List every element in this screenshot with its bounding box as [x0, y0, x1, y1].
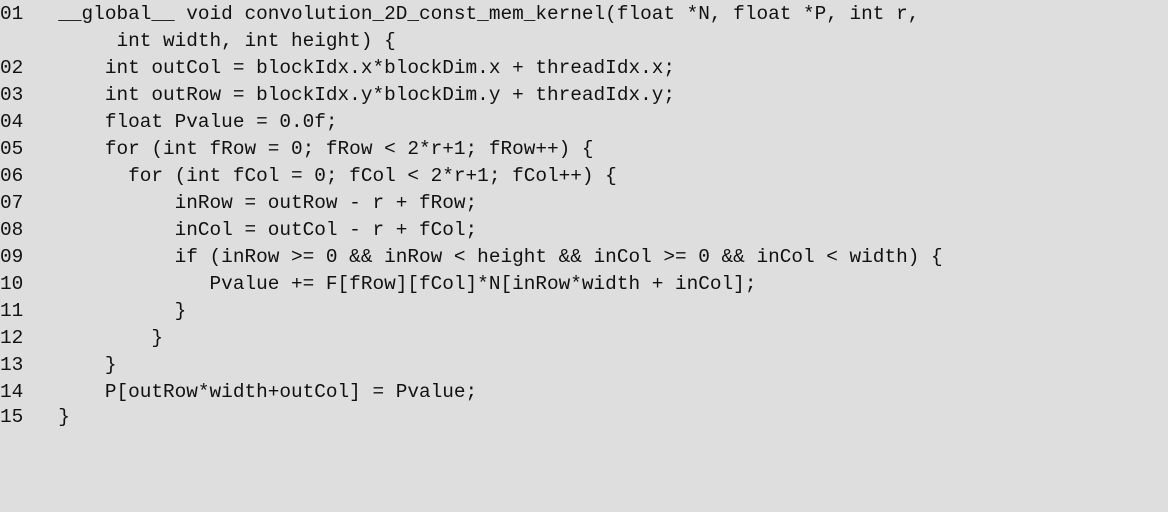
line-number: 02 — [0, 57, 24, 79]
line-number: 03 — [0, 84, 24, 106]
line-number: 12 — [0, 327, 24, 349]
line-code: inCol = outCol - r + fCol; — [35, 219, 478, 241]
code-line-12: 12 } — [0, 325, 163, 352]
code-line-02: 02 int outCol = blockIdx.x*blockDim.x + … — [0, 55, 675, 82]
code-line-15: 15 } — [0, 404, 70, 431]
line-number: 09 — [0, 246, 24, 268]
line-code: for (int fCol = 0; fCol < 2*r+1; fCol++)… — [35, 165, 617, 187]
line-number: 04 — [0, 111, 24, 133]
code-line-14: 14 P[outRow*width+outCol] = Pvalue; — [0, 379, 477, 406]
code-line-08: 08 inCol = outCol - r + fCol; — [0, 217, 477, 244]
line-number: 15 — [0, 406, 24, 428]
line-code: __global__ void convolution_2D_const_mem… — [35, 3, 920, 25]
code-line-11: 11 } — [0, 298, 186, 325]
line-code: Pvalue += F[fRow][fCol]*N[inRow*width + … — [35, 273, 757, 295]
line-number: 13 — [0, 354, 24, 376]
line-code: for (int fRow = 0; fRow < 2*r+1; fRow++)… — [35, 138, 594, 160]
line-number: 10 — [0, 273, 24, 295]
line-code: } — [35, 327, 163, 349]
code-line-04: 04 float Pvalue = 0.0f; — [0, 109, 338, 136]
line-code: int outRow = blockIdx.y*blockDim.y + thr… — [35, 84, 675, 106]
line-number: 07 — [0, 192, 24, 214]
code-line-13: 13 } — [0, 352, 116, 379]
code-line-07: 07 inRow = outRow - r + fRow; — [0, 190, 477, 217]
line-code: if (inRow >= 0 && inRow < height && inCo… — [35, 246, 943, 268]
line-number: 14 — [0, 381, 24, 403]
line-code: inRow = outRow - r + fRow; — [35, 192, 478, 214]
line-code: } — [35, 354, 117, 376]
code-line-06: 06 for (int fCol = 0; fCol < 2*r+1; fCol… — [0, 163, 617, 190]
line-number: 05 — [0, 138, 24, 160]
code-line-03: 03 int outRow = blockIdx.y*blockDim.y + … — [0, 82, 675, 109]
line-number: 06 — [0, 165, 24, 187]
line-code: } — [35, 300, 187, 322]
code-line-10: 10 Pvalue += F[fRow][fCol]*N[inRow*width… — [0, 271, 756, 298]
code-line-01-continued: int width, int height) { — [0, 28, 395, 55]
code-line-01: 01 __global__ void convolution_2D_const_… — [0, 1, 919, 28]
line-code: float Pvalue = 0.0f; — [35, 111, 338, 133]
line-code: int width, int height) { — [35, 30, 396, 52]
line-code: int outCol = blockIdx.x*blockDim.x + thr… — [35, 57, 675, 79]
code-line-05: 05 for (int fRow = 0; fRow < 2*r+1; fRow… — [0, 136, 594, 163]
line-code: P[outRow*width+outCol] = Pvalue; — [35, 381, 478, 403]
code-line-09: 09 if (inRow >= 0 && inRow < height && i… — [0, 244, 943, 271]
code-listing: 01 __global__ void convolution_2D_const_… — [0, 0, 1168, 431]
line-code: } — [35, 406, 70, 428]
line-number: 08 — [0, 219, 24, 241]
line-number: 11 — [0, 300, 24, 322]
line-number: 01 — [0, 3, 24, 25]
